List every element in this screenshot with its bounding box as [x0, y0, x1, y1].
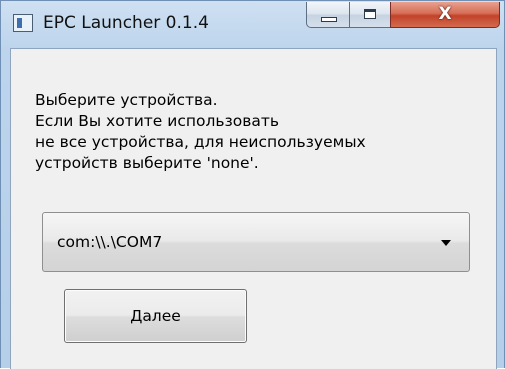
caption-buttons: X: [306, 2, 500, 29]
maximize-button[interactable]: [349, 2, 391, 28]
instruction-line: Если Вы хотите использовать: [35, 112, 280, 130]
next-button[interactable]: Далее: [64, 289, 247, 343]
launcher-window: EPC Launcher 0.1.4 X Выберите устройства…: [0, 0, 505, 369]
title-bar[interactable]: EPC Launcher 0.1.4 X: [1, 1, 504, 47]
app-icon[interactable]: [13, 14, 33, 32]
instruction-line: не все устройства, для неиспользуемых: [35, 133, 366, 151]
instruction-text: Выберите устройства. Если Вы хотите испо…: [35, 90, 480, 174]
close-button[interactable]: X: [390, 2, 500, 28]
instruction-line: устройств выберите 'none'.: [35, 154, 259, 172]
maximize-icon: [364, 9, 376, 19]
instruction-line: Выберите устройства.: [35, 91, 218, 109]
minimize-button[interactable]: [306, 2, 350, 28]
chevron-down-icon[interactable]: [441, 240, 451, 246]
window-title: EPC Launcher 0.1.4: [43, 13, 209, 33]
app-icon-screen: [17, 18, 22, 28]
close-icon: X: [438, 4, 452, 24]
device-select-value: com:\\.\COM7: [57, 233, 163, 251]
device-select[interactable]: com:\\.\COM7: [42, 212, 470, 272]
minimize-icon: [321, 17, 337, 22]
